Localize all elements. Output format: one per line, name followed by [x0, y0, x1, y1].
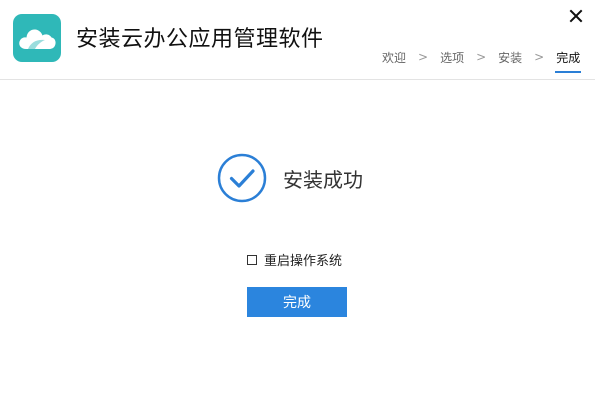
step-install: 安装 — [498, 50, 523, 65]
check-circle-icon — [217, 153, 267, 203]
finish-button[interactable]: 完成 — [247, 287, 347, 317]
installer-window: 安装云办公应用管理软件 欢迎 > 选项 > 安装 > 完成 安装成功 重启操作系… — [0, 0, 595, 399]
success-message: 安装成功 — [217, 153, 363, 203]
step-finish: 完成 — [555, 50, 582, 73]
step-separator: > — [418, 50, 429, 64]
step-indicator: 欢迎 > 选项 > 安装 > 完成 — [382, 47, 582, 73]
reboot-option[interactable]: 重启操作系统 — [247, 250, 342, 269]
app-title: 安装云办公应用管理软件 — [76, 27, 324, 52]
reboot-checkbox[interactable] — [247, 254, 257, 265]
cloud-icon — [19, 29, 56, 49]
app-logo — [13, 14, 61, 62]
success-text: 安装成功 — [283, 167, 363, 192]
close-icon — [569, 9, 583, 23]
reboot-label: 重启操作系统 — [264, 254, 343, 269]
header: 安装云办公应用管理软件 欢迎 > 选项 > 安装 > 完成 — [0, 0, 595, 80]
step-welcome: 欢迎 — [382, 50, 407, 65]
step-separator: > — [476, 50, 487, 64]
close-button[interactable] — [566, 6, 586, 26]
step-options: 选项 — [440, 50, 465, 65]
step-separator: > — [534, 50, 545, 64]
